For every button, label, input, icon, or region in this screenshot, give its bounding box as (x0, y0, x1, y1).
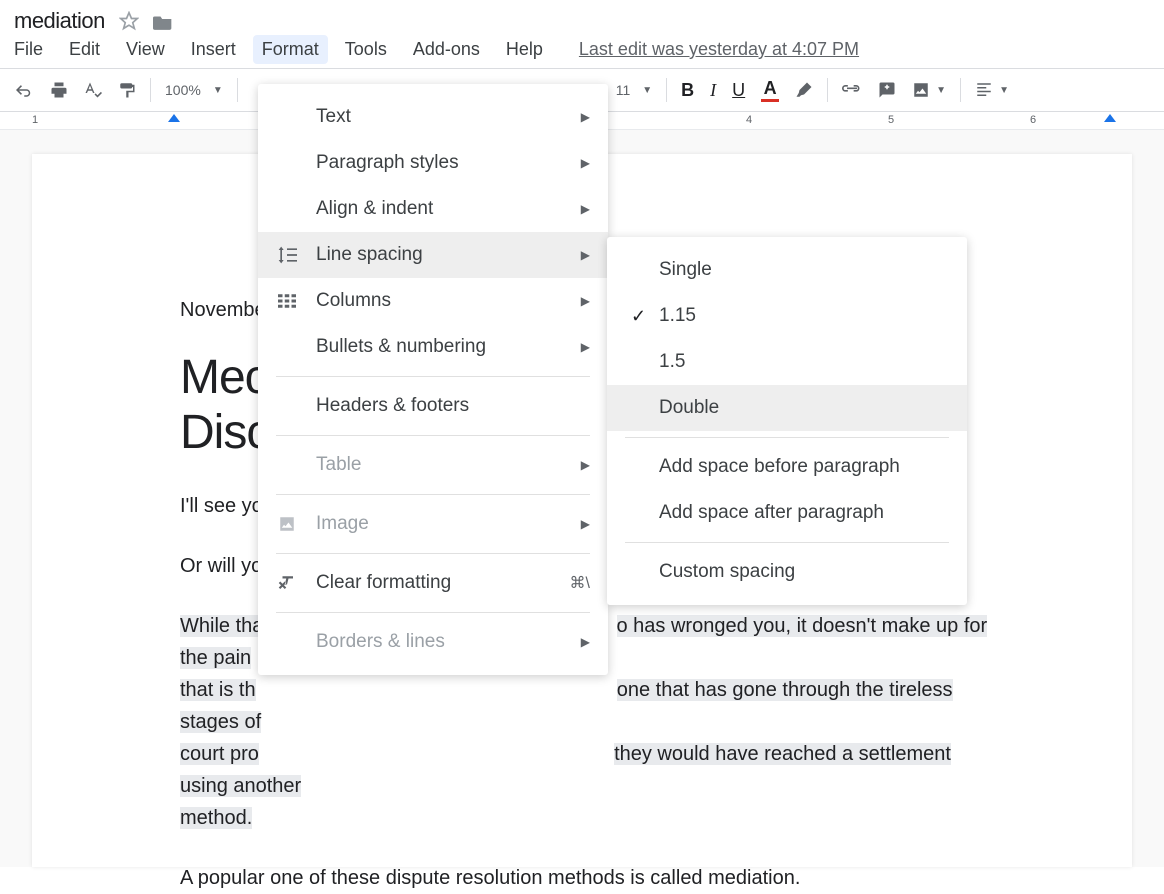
line-spacing-icon (276, 246, 298, 264)
format-bullets-numbering[interactable]: Bullets & numbering ▶ (258, 324, 608, 370)
doc-title[interactable]: mediation (14, 8, 105, 34)
submenu-arrow-icon: ▶ (581, 156, 590, 170)
dropdown-arrow-icon: ▼ (213, 85, 223, 96)
undo-icon[interactable] (10, 77, 40, 103)
ruler-indent-right[interactable] (1104, 114, 1116, 122)
spacing-double[interactable]: Double (607, 385, 967, 431)
text-color-button[interactable]: A (755, 74, 785, 106)
separator (237, 78, 238, 102)
spacing-15[interactable]: 1.5 (607, 339, 967, 385)
menu-divider (276, 376, 590, 377)
header-bar: mediation File Edit View Insert Format T… (0, 0, 1164, 68)
submenu-arrow-icon: ▶ (581, 248, 590, 262)
submenu-arrow-icon: ▶ (581, 517, 590, 531)
star-icon[interactable] (119, 11, 139, 31)
image-icon (276, 515, 298, 533)
last-edit-link[interactable]: Last edit was yesterday at 4:07 PM (579, 39, 859, 60)
ruler-indent-left[interactable] (168, 114, 180, 122)
spacing-single[interactable]: Single (607, 247, 967, 293)
separator (666, 78, 667, 102)
columns-icon (276, 294, 298, 308)
format-columns[interactable]: Columns ▶ (258, 278, 608, 324)
insert-link-button[interactable] (836, 81, 868, 99)
format-headers-footers[interactable]: Headers & footers (258, 383, 608, 429)
spellcheck-icon[interactable] (78, 77, 108, 103)
spacing-115[interactable]: ✓ 1.15 (607, 293, 967, 339)
ruler-tick: 6 (1030, 114, 1036, 126)
format-align-indent[interactable]: Align & indent ▶ (258, 186, 608, 232)
heading-line-1: Mec (180, 351, 268, 404)
submenu-arrow-icon: ▶ (581, 294, 590, 308)
format-image: Image ▶ (258, 501, 608, 547)
ruler-tick: 5 (888, 114, 894, 126)
menu-bar: File Edit View Insert Format Tools Add-o… (14, 38, 1150, 68)
submenu-arrow-icon: ▶ (581, 340, 590, 354)
font-size-value: 11 (616, 82, 631, 98)
menu-divider (625, 542, 949, 543)
menu-divider (625, 437, 949, 438)
separator (150, 78, 151, 102)
spacing-add-after[interactable]: Add space after paragraph (607, 490, 967, 536)
dropdown-arrow-icon: ▼ (642, 85, 652, 96)
submenu-arrow-icon: ▶ (581, 635, 590, 649)
underline-button[interactable]: U (726, 76, 751, 105)
format-paragraph-styles[interactable]: Paragraph styles ▶ (258, 140, 608, 186)
print-icon[interactable] (44, 77, 74, 103)
align-button[interactable]: ▼ (969, 77, 1015, 103)
spacing-custom[interactable]: Custom spacing (607, 549, 967, 595)
format-text[interactable]: Text ▶ (258, 94, 608, 140)
menu-edit[interactable]: Edit (69, 39, 100, 60)
menu-tools[interactable]: Tools (345, 39, 387, 60)
clear-format-icon (276, 574, 298, 592)
menu-file[interactable]: File (14, 39, 43, 60)
separator (827, 78, 828, 102)
menu-divider (276, 612, 590, 613)
check-icon: ✓ (631, 306, 659, 327)
insert-image-button[interactable]: ▼ (906, 77, 952, 103)
menu-addons[interactable]: Add-ons (413, 39, 480, 60)
shortcut-label: ⌘\ (570, 573, 590, 593)
font-size-dropdown[interactable]: 11 ▼ (610, 82, 658, 98)
menu-help[interactable]: Help (506, 39, 543, 60)
paint-format-icon[interactable] (112, 77, 142, 103)
doc-title-row: mediation (14, 8, 1150, 34)
heading-line-2: Disc (180, 406, 269, 459)
submenu-arrow-icon: ▶ (581, 202, 590, 216)
separator (960, 78, 961, 102)
spacing-add-before[interactable]: Add space before paragraph (607, 444, 967, 490)
menu-divider (276, 435, 590, 436)
menu-view[interactable]: View (126, 39, 165, 60)
submenu-arrow-icon: ▶ (581, 458, 590, 472)
zoom-dropdown[interactable]: 100% ▼ (159, 82, 229, 98)
ruler-tick: 1 (32, 114, 38, 126)
bold-button[interactable]: B (675, 76, 700, 105)
menu-divider (276, 494, 590, 495)
submenu-arrow-icon: ▶ (581, 110, 590, 124)
menu-divider (276, 553, 590, 554)
dropdown-arrow-icon: ▼ (999, 85, 1009, 96)
add-comment-button[interactable] (872, 77, 902, 103)
folder-icon[interactable] (153, 13, 173, 30)
format-table: Table ▶ (258, 442, 608, 488)
menu-format[interactable]: Format (253, 35, 328, 64)
format-borders-lines: Borders & lines ▶ (258, 619, 608, 665)
dropdown-arrow-icon: ▼ (936, 85, 946, 96)
zoom-value: 100% (165, 82, 201, 98)
line-spacing-submenu: Single ✓ 1.15 1.5 Double Add space befor… (607, 237, 967, 605)
format-clear-formatting[interactable]: Clear formatting ⌘\ (258, 560, 608, 606)
format-line-spacing[interactable]: Line spacing ▶ (258, 232, 608, 278)
menu-insert[interactable]: Insert (191, 39, 236, 60)
ruler-tick: 4 (746, 114, 752, 126)
italic-button[interactable]: I (704, 76, 722, 105)
doc-paragraph: A popular one of these dispute resolutio… (180, 862, 1004, 894)
highlight-color-button[interactable] (789, 77, 819, 103)
format-menu: Text ▶ Paragraph styles ▶ Align & indent… (258, 84, 608, 675)
